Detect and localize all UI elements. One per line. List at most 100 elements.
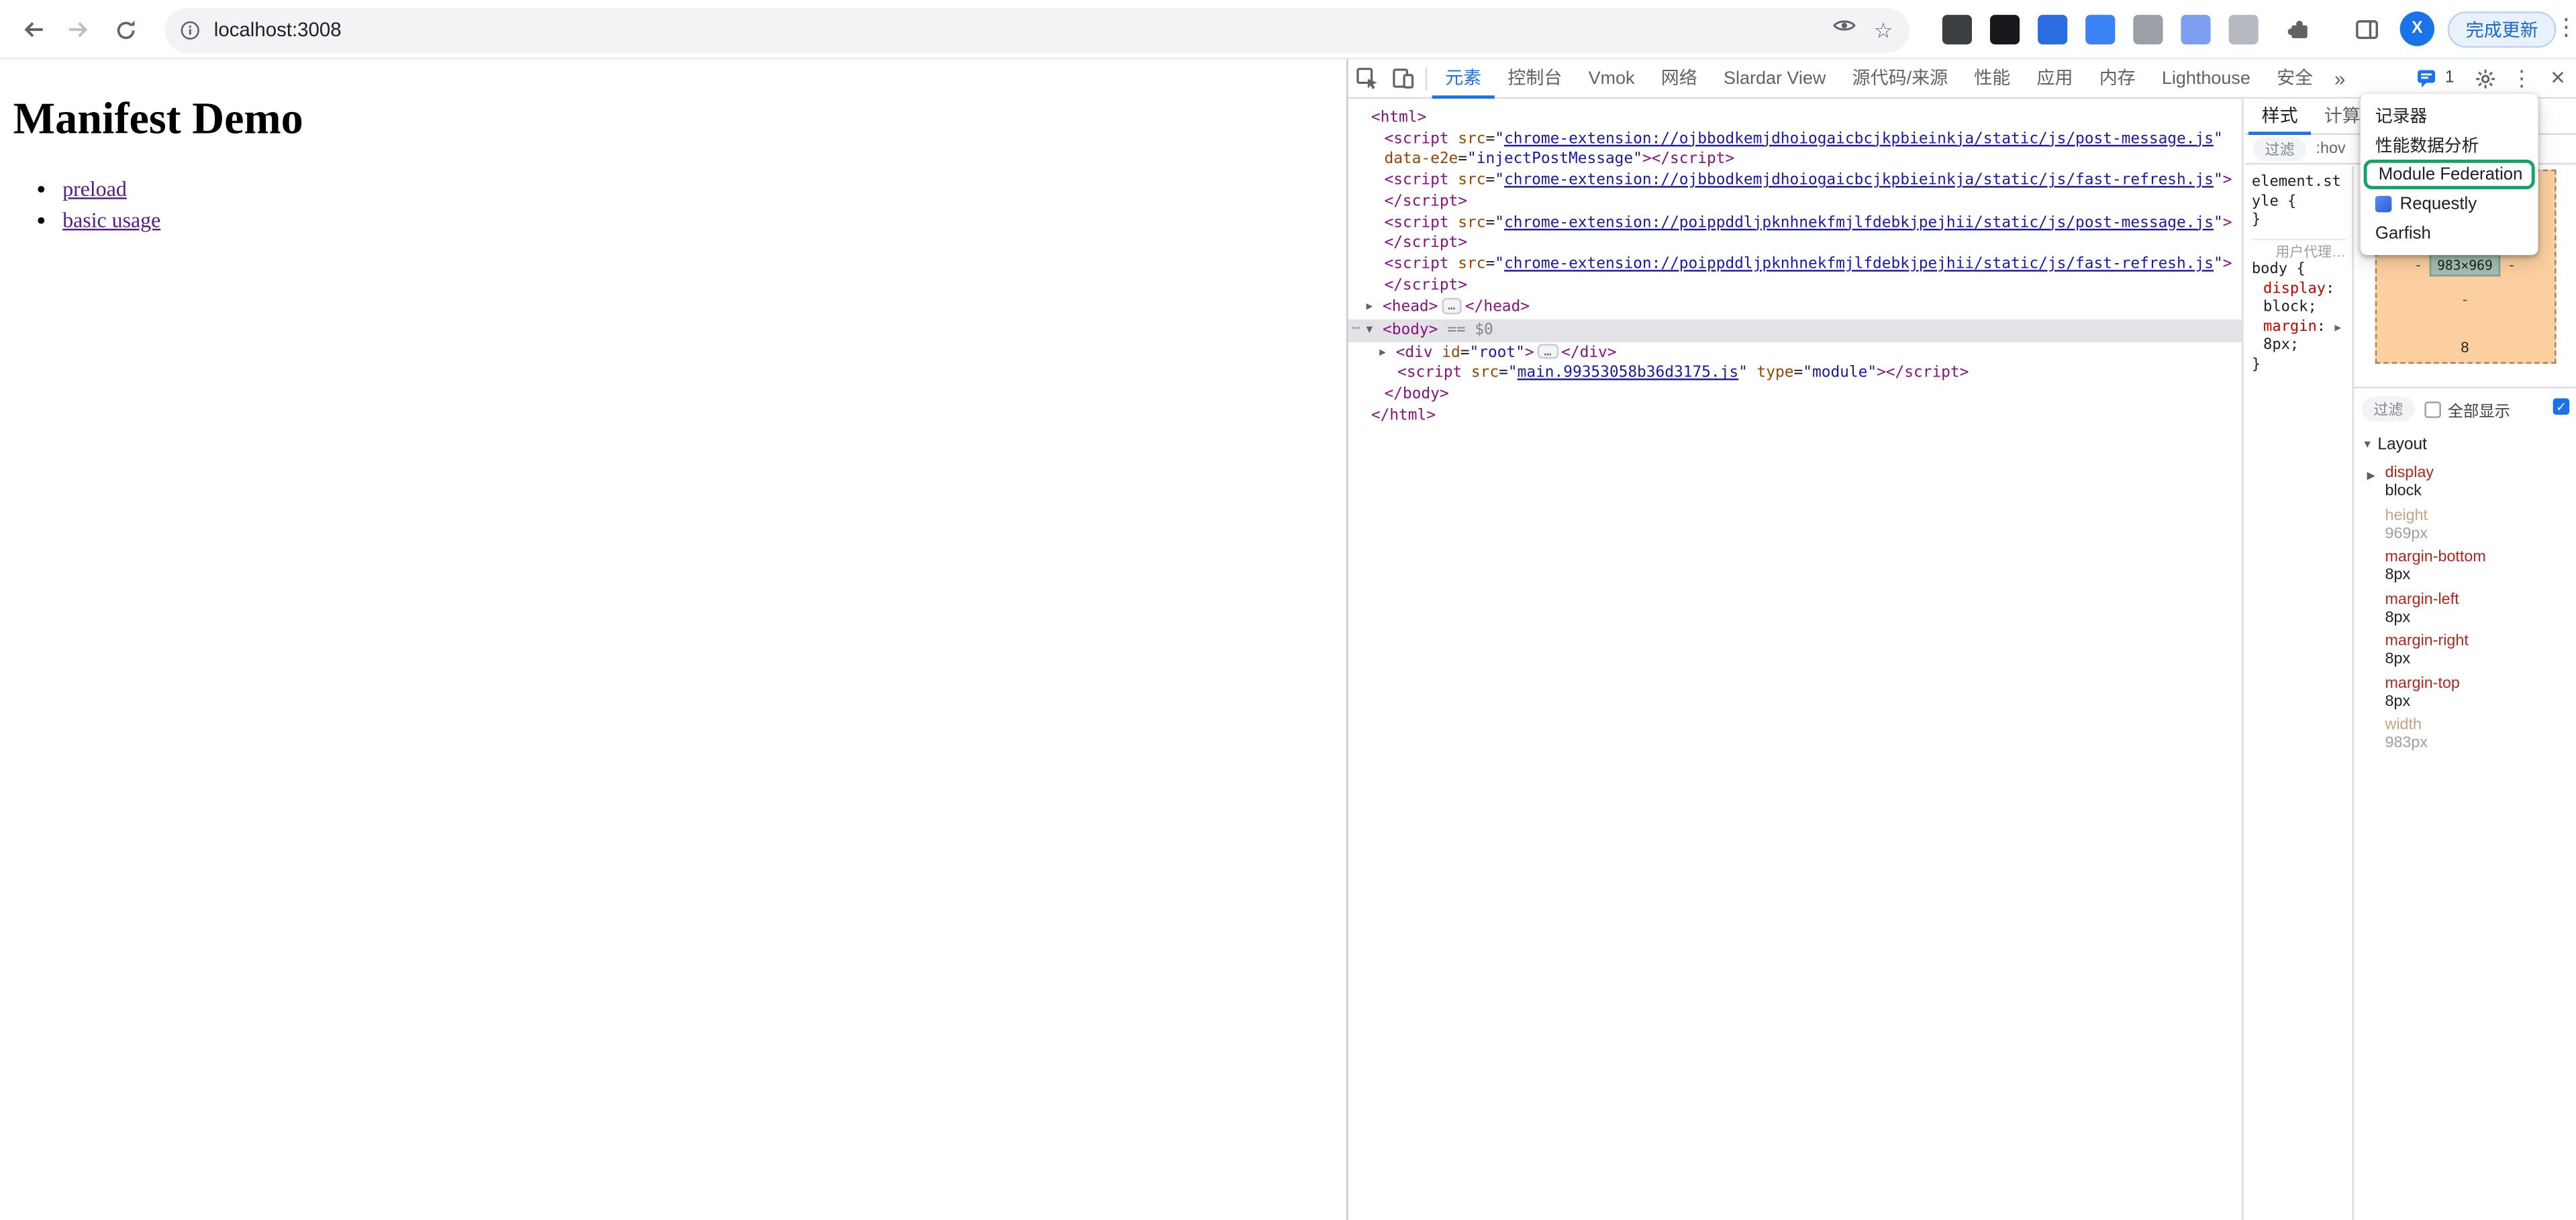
- browser-toolbar: localhost:3008 ☆ X 完成更新 ⋮: [0, 0, 2576, 59]
- resource-link[interactable]: chrome-extension://poippddljpknhnekfmjlf…: [1504, 213, 2214, 232]
- computed-toolbar: 过滤 全部显示 ✓: [2362, 389, 2568, 428]
- devtools-menu-icon[interactable]: ⋮: [2504, 60, 2540, 97]
- show-all-checkbox[interactable]: [2424, 401, 2441, 417]
- elements-node[interactable]: <script src="chrome-extension://ojbbodke…: [1348, 130, 2242, 150]
- computed-filter-input[interactable]: 过滤: [2362, 397, 2415, 421]
- devtools-tab[interactable]: 应用: [2024, 58, 2086, 98]
- overflow-menu-item[interactable]: 记录器: [2361, 101, 2538, 130]
- layout-property[interactable]: ▶displayblock: [2362, 464, 2568, 501]
- preview-eye-icon[interactable]: [1832, 13, 1857, 46]
- devtools-tab[interactable]: Vmok: [1575, 58, 1648, 98]
- gray-extension-icon[interactable]: [2133, 15, 2163, 44]
- elements-node[interactable]: <html>: [1348, 109, 2242, 130]
- collapse-triangle-icon: ▼: [2362, 440, 2373, 451]
- overflow-menu-item[interactable]: Module Federation: [2364, 160, 2535, 189]
- overflow-menu-item[interactable]: Garfish: [2361, 219, 2538, 248]
- resource-link[interactable]: chrome-extension://poippddljpknhnekfmjlf…: [1504, 255, 2214, 273]
- profile-avatar[interactable]: X: [2400, 11, 2435, 46]
- elements-node[interactable]: data-e2e="injectPostMessage"></script>: [1348, 150, 2242, 171]
- resource-link[interactable]: chrome-extension://ojbbodkemjdhoiogaicbc…: [1504, 171, 2214, 189]
- elements-node[interactable]: </script>: [1348, 192, 2242, 213]
- elements-node[interactable]: <script src="main.99353058b36d3175.js" t…: [1348, 364, 2242, 385]
- circle-extension-icon[interactable]: [1990, 15, 2020, 44]
- layout-section-header[interactable]: ▼ Layout: [2362, 436, 2568, 454]
- devtools-settings-icon[interactable]: [2467, 60, 2504, 97]
- elements-node[interactable]: <script src="chrome-extension://poippddl…: [1348, 213, 2242, 234]
- elements-node[interactable]: <script src="chrome-extension://poippddl…: [1348, 255, 2242, 276]
- blue-extension-icon[interactable]: [2038, 15, 2067, 44]
- page-link[interactable]: basic usage: [62, 207, 160, 232]
- page-link[interactable]: preload: [62, 176, 127, 201]
- elements-node[interactable]: </body>: [1348, 385, 2242, 406]
- forward-button[interactable]: [59, 10, 99, 50]
- address-bar[interactable]: localhost:3008 ☆: [164, 7, 1910, 52]
- devtools-tab[interactable]: 性能: [1961, 58, 2024, 98]
- devtools-tab[interactable]: 网络: [1648, 58, 1710, 98]
- layout-property[interactable]: margin-right8px: [2362, 632, 2568, 668]
- screen: localhost:3008 ☆ X 完成更新 ⋮ Manifest Demo …: [0, 0, 2576, 1220]
- page-list-item: preload: [62, 173, 1333, 205]
- box-model-padding-dash: -: [2376, 293, 2554, 308]
- extensions-puzzle-icon[interactable]: [2285, 15, 2314, 44]
- elements-node[interactable]: </script>: [1348, 234, 2242, 255]
- devtools-tab[interactable]: Slardar View: [1710, 58, 1839, 98]
- styles-filter-input[interactable]: 过滤: [2253, 137, 2306, 162]
- styles-sidebar: 样式计算 过滤 :hov element.style {}用户代理…body {…: [2245, 99, 2576, 1220]
- side-panel-icon[interactable]: [2352, 15, 2381, 44]
- page-link-list: preload basic usage: [13, 173, 1334, 236]
- layout-title-text: Layout: [2377, 436, 2427, 454]
- hov-toggle[interactable]: :hov: [2316, 140, 2346, 158]
- devtools-tab[interactable]: 元素: [1432, 58, 1495, 98]
- elements-node[interactable]: <script src="chrome-extension://ojbbodke…: [1348, 171, 2242, 192]
- style-rule[interactable]: element.style {}: [2252, 171, 2346, 238]
- group-checkbox[interactable]: ✓: [2553, 398, 2570, 415]
- devtools-main: <html><script src="chrome-extension://oj…: [1348, 99, 2576, 1220]
- layout-property[interactable]: margin-bottom8px: [2362, 548, 2568, 584]
- elements-node[interactable]: </html>: [1348, 406, 2242, 427]
- forward-icon: [66, 17, 92, 43]
- resource-link[interactable]: chrome-extension://ojbbodkemjdhoiogaicbc…: [1504, 130, 2214, 148]
- bookmark-star-icon[interactable]: ☆: [1874, 19, 1893, 40]
- devtools-tab[interactable]: Lighthouse: [2148, 58, 2263, 98]
- devtools-tab[interactable]: 源代码/来源: [1839, 58, 1961, 98]
- resource-link[interactable]: main.99353058b36d3175.js: [1518, 364, 1738, 383]
- style-rule[interactable]: 用户代理…body {display: block;margin: ▶ 8px;…: [2252, 238, 2346, 382]
- layout-property[interactable]: margin-left8px: [2362, 590, 2568, 626]
- sidebar-tab[interactable]: 样式: [2248, 98, 2311, 134]
- issues-bubble-icon: [2417, 68, 2438, 89]
- silver-extension-icon[interactable]: [2229, 15, 2259, 44]
- devtools-close-icon[interactable]: ×: [2540, 60, 2576, 97]
- browser-menu-icon[interactable]: ⋮: [2555, 13, 2576, 42]
- site-info-icon[interactable]: [179, 19, 201, 40]
- expand-icon[interactable]: ▶: [1366, 297, 1383, 317]
- blue-square-extension-icon[interactable]: [2085, 15, 2115, 44]
- overflow-menu-item[interactable]: 性能数据分析: [2361, 130, 2538, 160]
- elements-node[interactable]: </script>: [1348, 276, 2242, 297]
- collapse-icon[interactable]: ▼: [1366, 319, 1383, 340]
- back-button[interactable]: [13, 10, 53, 50]
- expand-icon[interactable]: ▶: [1379, 342, 1396, 362]
- issues-button[interactable]: 1: [2417, 68, 2454, 89]
- node-menu-icon[interactable]: ⋯: [1351, 319, 1358, 340]
- layout-property[interactable]: margin-top8px: [2362, 674, 2568, 710]
- layout-property[interactable]: height969px: [2362, 506, 2568, 542]
- devtools-tab[interactable]: 安全: [2264, 58, 2326, 98]
- layout-property[interactable]: width983px: [2362, 716, 2568, 752]
- update-chrome-button[interactable]: 完成更新: [2448, 11, 2557, 48]
- elements-node[interactable]: ▶<div id="root">…</div>: [1348, 342, 2242, 364]
- grid-extension-icon[interactable]: [1942, 15, 1972, 44]
- device-toolbar-icon[interactable]: [1384, 60, 1420, 97]
- inspect-element-icon[interactable]: [1348, 60, 1385, 97]
- devtools-tab[interactable]: 控制台: [1495, 58, 1575, 98]
- elements-tree: <html><script src="chrome-extension://oj…: [1348, 99, 2244, 1220]
- elements-node[interactable]: ▶<head>…</head>: [1348, 297, 2242, 319]
- lightblue-extension-icon[interactable]: [2181, 15, 2210, 44]
- devtools-tab[interactable]: 内存: [2086, 58, 2148, 98]
- reload-button[interactable]: [105, 10, 145, 50]
- rule-origin: 用户代理…: [2252, 243, 2346, 262]
- overflow-menu-item[interactable]: Requestly: [2361, 189, 2538, 219]
- elements-node[interactable]: ⋯▼<body> == $0: [1348, 319, 2242, 342]
- url-text: localhost:3008: [214, 18, 1833, 41]
- more-tabs-icon[interactable]: »: [2326, 66, 2354, 89]
- show-all-toggle[interactable]: 全部显示: [2424, 397, 2510, 420]
